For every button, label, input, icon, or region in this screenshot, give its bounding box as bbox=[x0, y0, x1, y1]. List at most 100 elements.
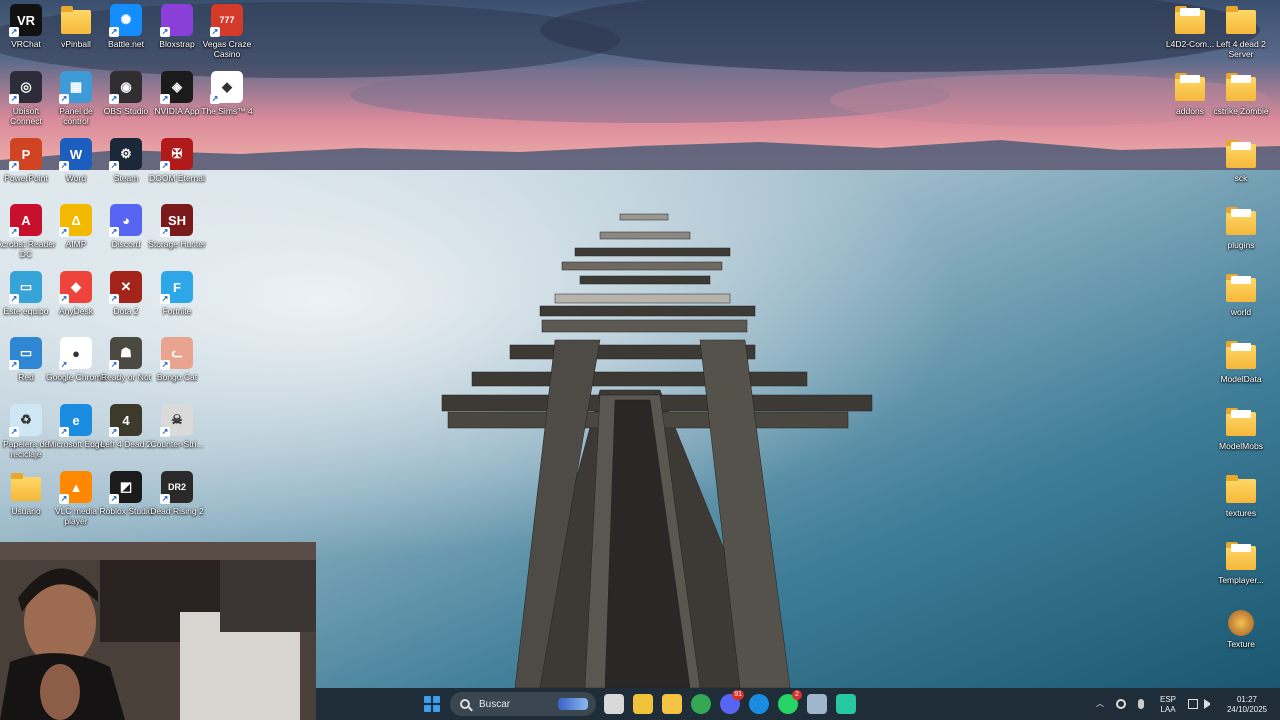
start-button[interactable] bbox=[424, 696, 440, 712]
notification-badge: 2 bbox=[792, 690, 802, 700]
desktop-icon[interactable]: ▦ ↗ Panel de control bbox=[50, 71, 102, 126]
desktop-icon[interactable]: Δ ↗ AIMP bbox=[50, 204, 102, 249]
desktop-icon[interactable]: ● ↗ Google Chrome bbox=[46, 337, 106, 382]
folder-icon bbox=[1225, 339, 1257, 371]
taskbar-search[interactable]: Buscar bbox=[450, 692, 596, 716]
shortcut-arrow-icon: ↗ bbox=[160, 294, 170, 304]
desktop-icon-label: cstrike Zombie bbox=[1213, 106, 1269, 116]
sync-icon[interactable] bbox=[1116, 699, 1126, 709]
desktop-icon[interactable]: ▭ ↗ Este equipo bbox=[0, 271, 52, 316]
desktop-icon[interactable]: ModelData bbox=[1215, 339, 1267, 384]
desktop-icon[interactable]: ▲ ↗ VLC media player bbox=[50, 471, 102, 526]
desktop-icon[interactable]: world bbox=[1215, 272, 1267, 317]
desktop-icon[interactable]: 4 ↗ Left 4 Dead 2 bbox=[100, 404, 152, 449]
taskbar-app-file-explorer[interactable] bbox=[662, 694, 682, 714]
desktop-icon-label: plugins bbox=[1227, 240, 1255, 250]
taskbar-app-edge[interactable] bbox=[749, 694, 769, 714]
desktop-icon[interactable]: ModelMobs bbox=[1215, 406, 1267, 451]
shortcut-arrow-icon: ↗ bbox=[109, 94, 119, 104]
network-icon: ▭ ↗ bbox=[9, 337, 42, 370]
shortcut-arrow-icon: ↗ bbox=[59, 94, 69, 104]
vegas-craze-icon: 777 ↗ bbox=[210, 4, 243, 37]
desktop-icon-label: Storage Hunter bbox=[148, 239, 206, 249]
taskbar-app-steam[interactable] bbox=[807, 694, 827, 714]
desktop-icon[interactable]: Usuario bbox=[0, 471, 52, 516]
desktop-icon[interactable]: ◕ ↗ Discord bbox=[100, 204, 152, 249]
desktop-icon[interactable]: addons bbox=[1164, 71, 1216, 116]
folder-icon bbox=[1225, 473, 1257, 505]
taskbar-app-discord[interactable]: 91 bbox=[720, 690, 744, 714]
shortcut-arrow-icon: ↗ bbox=[210, 94, 220, 104]
desktop-icon[interactable]: vPinball bbox=[50, 4, 102, 49]
taskbar-app-whatsapp[interactable]: 2 bbox=[778, 690, 802, 714]
desktop-icon[interactable]: textures bbox=[1215, 473, 1267, 518]
desktop-icon[interactable]: ✕ ↗ Dota 2 bbox=[100, 271, 152, 316]
desktop-icon[interactable]: cstrike Zombie bbox=[1213, 71, 1269, 116]
edge-icon: e ↗ bbox=[59, 404, 92, 437]
show-hidden-icons-chevron-icon[interactable]: ︿ bbox=[1096, 699, 1104, 709]
folder-icon bbox=[1174, 4, 1206, 36]
control-panel-icon: ▦ ↗ bbox=[59, 71, 92, 104]
taskbar-app-microsoft-store[interactable] bbox=[633, 694, 653, 714]
language-indicator[interactable]: ESP LAA bbox=[1158, 695, 1178, 715]
desktop-icon[interactable]: F ↗ Fortnite bbox=[151, 271, 203, 316]
desktop-icon[interactable]: W ↗ Word bbox=[50, 138, 102, 183]
search-placeholder: Buscar bbox=[479, 698, 511, 710]
desktop-icon[interactable]: Texture bbox=[1215, 607, 1267, 649]
desktop-icon[interactable]: ◉ ↗ OBS Studio bbox=[100, 71, 152, 116]
volume-icon[interactable] bbox=[1204, 699, 1210, 709]
texture-file-icon bbox=[1228, 610, 1254, 636]
desktop-icon[interactable]: ☠ ↗ Counter-Stri... bbox=[151, 404, 203, 449]
desktop-icon[interactable]: ◆ ↗ AnyDesk bbox=[50, 271, 102, 316]
desktop-icon[interactable]: e ↗ Microsoft Edge bbox=[48, 404, 104, 449]
clock-time: 01:27 bbox=[1236, 695, 1258, 704]
fortnite-icon: F ↗ bbox=[160, 271, 193, 304]
desktop-icon[interactable]: Left 4 dead 2 Server bbox=[1215, 4, 1267, 59]
desktop-icon[interactable]: plugins bbox=[1215, 205, 1267, 250]
desktop-icon[interactable]: ᓚ ↗ Bongo Cat bbox=[151, 337, 203, 382]
desktop-icon-label: sck bbox=[1234, 173, 1248, 183]
desktop-icon[interactable]: DR2 ↗ Dead Rising 2 bbox=[150, 471, 204, 516]
clock[interactable]: 01:27 24/10/2025 bbox=[1220, 695, 1274, 715]
network-icon[interactable] bbox=[1188, 699, 1198, 709]
desktop-icon[interactable]: ◈ ↗ NVIDIA App bbox=[151, 71, 203, 116]
desktop-icon[interactable]: VR ↗ VRChat bbox=[0, 4, 52, 49]
battlenet-icon: ✺ ↗ bbox=[109, 4, 142, 37]
desktop-icon[interactable]: ⚙ ↗ Steam bbox=[100, 138, 152, 183]
dota2-icon: ✕ ↗ bbox=[109, 271, 142, 304]
desktop-icon-label: DOOM Eternal bbox=[149, 173, 205, 183]
desktop-icon[interactable]: ▭ ↗ Red bbox=[0, 337, 52, 382]
desktop-icon[interactable]: Templayer... bbox=[1215, 540, 1267, 585]
shortcut-arrow-icon: ↗ bbox=[59, 294, 69, 304]
microphone-icon[interactable] bbox=[1138, 699, 1144, 709]
desktop-icon[interactable]: 777 ↗ Vegas Craze Casino bbox=[201, 4, 253, 59]
desktop-icon[interactable]: ♻ ↗ Papelera de reciclaje bbox=[0, 404, 52, 459]
desktop-icon-label: Counter-Stri... bbox=[150, 439, 204, 449]
left4dead2-icon: 4 ↗ bbox=[109, 404, 142, 437]
desktop-icon[interactable]: L4D2-Com... bbox=[1164, 4, 1216, 49]
obs-icon: ◉ ↗ bbox=[109, 71, 142, 104]
desktop-icon[interactable]: ◎ ↗ Ubisoft Connect bbox=[0, 71, 52, 126]
vrchat-icon: VR ↗ bbox=[9, 4, 42, 37]
steam-icon: ⚙ ↗ bbox=[109, 138, 142, 171]
word-icon: W ↗ bbox=[59, 138, 92, 171]
desktop-icon[interactable]: ✺ ↗ Battle.net bbox=[100, 4, 152, 49]
desktop-icon[interactable]: ✠ ↗ DOOM Eternal bbox=[149, 138, 205, 183]
desktop-icon[interactable]: A ↗ Acrobat Reader DC bbox=[0, 204, 56, 259]
desktop-icon[interactable]: P ↗ PowerPoint bbox=[0, 138, 52, 183]
desktop-icon[interactable]: ◩ ↗ Roblox Studio bbox=[100, 471, 152, 516]
desktop-icon[interactable]: ◆ ↗ The Sims™ 4 bbox=[201, 71, 253, 116]
bloxstrap-icon: ↗ bbox=[160, 4, 193, 37]
desktop-icon[interactable]: ↗ Bloxstrap bbox=[151, 4, 203, 49]
desktop-icon-label: ModelData bbox=[1220, 374, 1262, 384]
desktop-icon-label: Bongo Cat bbox=[156, 372, 198, 382]
desktop-icon[interactable]: sck bbox=[1215, 138, 1267, 183]
chrome-icon: ● ↗ bbox=[59, 337, 92, 370]
taskbar-app-app[interactable] bbox=[836, 694, 856, 714]
taskbar-app-task-view[interactable] bbox=[604, 694, 624, 714]
desktop-icon[interactable]: SH ↗ Storage Hunter bbox=[148, 204, 206, 249]
desktop-icon[interactable]: ☗ ↗ Ready or Not bbox=[100, 337, 152, 382]
folder-icon bbox=[1225, 205, 1257, 237]
taskbar-app-chrome[interactable] bbox=[691, 694, 711, 714]
sims-icon: ◆ ↗ bbox=[210, 71, 243, 104]
